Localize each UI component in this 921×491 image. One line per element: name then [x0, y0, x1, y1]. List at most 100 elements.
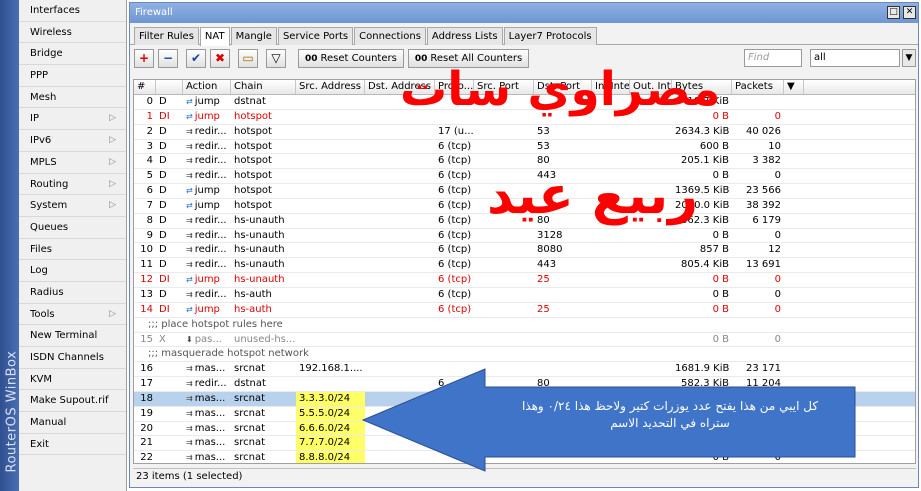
filter-select[interactable]: all	[810, 49, 900, 67]
sidebar-item-label: Interfaces	[30, 5, 80, 16]
tab-layer7-protocols[interactable]: Layer7 Protocols	[503, 27, 597, 45]
sidebar-item-label: Make Supout.rif	[30, 395, 109, 407]
chain-cell: srcnat	[234, 437, 265, 449]
sidebar-item-ip[interactable]: IP ▷	[19, 108, 126, 131]
sidebar-item-kvm[interactable]: KVM	[19, 369, 126, 391]
flag-cell: D	[159, 155, 167, 167]
packets-cell: 0	[774, 288, 781, 300]
add-icon[interactable]: +	[134, 49, 154, 68]
tab-connections[interactable]: Connections	[354, 27, 426, 45]
num-cell: 2	[146, 125, 153, 137]
num-cell: 7	[146, 199, 153, 211]
brand-label: RouterOS WinBox	[4, 350, 20, 473]
sidebar-item-bridge[interactable]: Bridge	[19, 43, 126, 66]
disable-icon[interactable]: ✖	[210, 49, 230, 68]
proto-cell: 6 (tcp)	[438, 214, 472, 226]
dst-cell	[365, 214, 435, 228]
action-label: redir...	[194, 214, 227, 226]
dst-cell	[365, 169, 435, 183]
table-row[interactable]: 2 D ⇉ redir... hotspot 17 (u... 53 2634.3 KiB 40…	[134, 125, 915, 140]
comment-icon[interactable]: ▭	[238, 49, 258, 68]
flag-cell: D	[159, 140, 167, 152]
reset-counters-button[interactable]: 00 Reset Counters	[298, 49, 404, 68]
dst-cell	[365, 273, 435, 287]
action-cell: ⇄ jump	[183, 273, 231, 287]
tab-service-ports[interactable]: Service Ports	[277, 27, 354, 45]
chain-cell: hs-unauth	[234, 244, 285, 256]
sidebar-item-ipv6[interactable]: IPv6 ▷	[19, 130, 126, 152]
action-label: redir...	[194, 259, 227, 271]
table-row[interactable]: 13 D ⇉ redir... hs-auth 6 (tcp) 0 B0	[134, 288, 915, 303]
in-cell	[592, 333, 630, 347]
sidebar-item-ppp[interactable]: PPP	[19, 65, 126, 87]
action-label: mas...	[194, 437, 226, 449]
find-input[interactable]: Find	[744, 49, 802, 67]
out-cell	[630, 333, 672, 347]
rule-comment[interactable]: ;;; masquerade hotspot network	[134, 347, 915, 363]
redirect-icon: ⇉	[186, 171, 193, 181]
enable-icon[interactable]: ✔	[186, 49, 206, 68]
redirect-icon: ⇉	[186, 438, 193, 448]
sidebar-item-make-supout-rif[interactable]: Make Supout.rif	[19, 390, 126, 413]
flag-cell	[156, 422, 183, 436]
sidebar-item-new-terminal[interactable]: New Terminal	[19, 325, 126, 347]
src-cell	[296, 154, 365, 168]
sidebar-item-log[interactable]: Log	[19, 260, 126, 282]
rule-comment[interactable]: ;;; place hotspot rules here	[134, 318, 915, 333]
tab-nat[interactable]: NAT	[199, 27, 230, 46]
sidebar-item-mesh[interactable]: Mesh	[19, 87, 126, 109]
bytes-cell: 0 B	[712, 229, 729, 241]
chain-cell: srcnat	[234, 452, 265, 464]
table-row[interactable]: 11 D ⇉ redir... hs-unauth 6 (tcp) 443 805.4 KiB…	[134, 258, 915, 274]
sidebar-item-radius[interactable]: Radius	[19, 282, 126, 304]
action-label: mas...	[194, 422, 226, 434]
column-header[interactable]: Src. Address	[296, 80, 365, 94]
column-header[interactable]: #	[134, 80, 156, 94]
sidebar-item-mpls[interactable]: MPLS ▷	[19, 152, 126, 174]
close-icon[interactable]: ✕	[903, 6, 916, 19]
column-header[interactable]	[156, 80, 183, 94]
proto-cell: 6 (tcp)	[438, 199, 472, 211]
sidebar-item-wireless[interactable]: Wireless	[19, 22, 126, 44]
filter-icon[interactable]: ▽	[266, 49, 286, 68]
sport-cell	[474, 229, 534, 243]
sidebar-item-tools[interactable]: Tools ▷	[19, 304, 126, 326]
sport-cell	[474, 243, 534, 257]
in-cell	[592, 258, 630, 272]
num-cell: 16	[140, 363, 153, 375]
sidebar-item-queues[interactable]: Queues	[19, 217, 126, 239]
table-row[interactable]: 14 DI ⇄ jump hs-auth 6 (tcp) 25 0 B0	[134, 303, 915, 318]
packets-cell: 0	[774, 333, 781, 345]
sidebar-item-files[interactable]: Files	[19, 239, 126, 261]
chevron-down-icon[interactable]: ▼	[902, 49, 916, 67]
tab-filter-rules[interactable]: Filter Rules	[134, 27, 199, 45]
table-row[interactable]: 3 D ⇉ redir... hotspot 6 (tcp) 53 600 B 10	[134, 140, 915, 155]
redirect-icon: ⇉	[186, 423, 193, 433]
remove-icon[interactable]: −	[158, 49, 178, 68]
table-row[interactable]: 10 D ⇉ redir... hs-unauth 6 (tcp) 8080 857 B 12	[134, 243, 915, 259]
tab-address-lists[interactable]: Address Lists	[426, 27, 503, 45]
out-cell	[630, 243, 672, 257]
sidebar-item-interfaces[interactable]: Interfaces	[19, 0, 126, 22]
restore-icon[interactable]: □	[887, 6, 900, 19]
sidebar-item-isdn-channels[interactable]: ISDN Channels	[19, 347, 126, 369]
column-header[interactable]: Chain	[231, 80, 296, 94]
table-row[interactable]: 9 D ⇉ redir... hs-unauth 6 (tcp) 3128 0 B0	[134, 229, 915, 244]
table-row[interactable]: 12 DI ⇄ jump hs-unauth 6 (tcp) 25 0 B0	[134, 273, 915, 288]
column-header[interactable]: Action	[183, 80, 231, 94]
proto-cell: 6 (tcp)	[438, 170, 472, 182]
column-header[interactable]: Packets	[732, 80, 784, 94]
sidebar-item-routing[interactable]: Routing ▷	[19, 174, 126, 196]
sidebar-item-label: MPLS	[30, 156, 57, 168]
tab-mangle[interactable]: Mangle	[230, 27, 277, 45]
out-cell	[630, 258, 672, 272]
sidebar-item-system[interactable]: System ▷	[19, 195, 126, 217]
table-row[interactable]: 15 X ⬇ pas... unused-hs... 0 B0	[134, 333, 915, 348]
redirect-icon: ⇉	[186, 215, 193, 225]
out-cell	[630, 303, 672, 317]
sidebar-item-manual[interactable]: Manual	[19, 412, 126, 434]
src-cell	[296, 110, 365, 124]
action-cell: ⬇ pas...	[183, 333, 231, 347]
sidebar-item-exit[interactable]: Exit	[19, 434, 126, 456]
column-menu-icon[interactable]: ▼	[784, 80, 804, 94]
